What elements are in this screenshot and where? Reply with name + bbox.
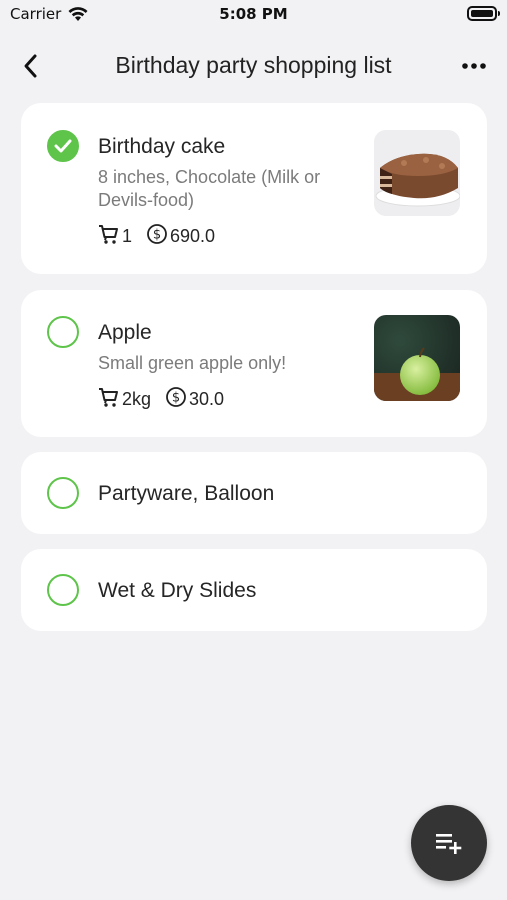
item-title: Wet & Dry Slides — [98, 579, 257, 602]
list-item-apple[interactable]: Apple Small green apple only! 2kg $ 30.0 — [21, 290, 487, 437]
item-price: 30.0 — [189, 389, 225, 409]
item-checkbox[interactable] — [47, 477, 79, 509]
item-price: 690.0 — [170, 226, 216, 246]
list-item-partyware[interactable]: Partyware, Balloon — [21, 452, 487, 534]
cart-icon — [98, 386, 120, 413]
item-checkbox[interactable] — [47, 316, 79, 348]
item-description: Small green apple only! — [98, 353, 287, 373]
item-checkbox[interactable] — [47, 574, 79, 606]
dollar-circle-icon: $ — [146, 223, 168, 250]
chocolate-cake-image — [374, 130, 460, 216]
dollar-circle-icon: $ — [165, 386, 187, 413]
more-button[interactable] — [459, 52, 489, 80]
add-item-fab[interactable] — [411, 805, 487, 881]
item-meta: 2kg $ 30.0 — [98, 386, 238, 413]
check-icon — [54, 139, 72, 153]
list-item-birthday-cake[interactable]: Birthday cake 8 inches, Chocolate (Milk … — [21, 103, 487, 274]
green-apple-image — [374, 315, 460, 401]
svg-text:$: $ — [153, 228, 161, 243]
item-meta: 1 $ 690.0 — [98, 223, 229, 250]
item-quantity: 1 — [122, 226, 133, 246]
item-quantity: 2kg — [122, 389, 152, 409]
page-title: Birthday party shopping list — [115, 52, 392, 78]
playlist-add-icon — [436, 834, 462, 854]
item-title: Apple — [98, 321, 152, 344]
more-horizontal-icon — [462, 63, 486, 69]
back-button[interactable] — [18, 52, 46, 80]
cart-icon — [98, 223, 120, 250]
chevron-left-icon — [24, 54, 37, 78]
svg-text:$: $ — [172, 391, 180, 406]
item-description: 8 inches, Chocolate (Milk or Devils-food… — [98, 167, 321, 210]
item-title: Birthday cake — [98, 135, 226, 158]
status-bar: Carrier 5:08 PM — [0, 0, 507, 28]
item-title: Partyware, Balloon — [98, 482, 275, 505]
nav-bar: Birthday party shopping list — [0, 40, 507, 92]
battery-icon — [467, 6, 500, 21]
list-item-slides[interactable]: Wet & Dry Slides — [21, 549, 487, 631]
item-checkbox-checked[interactable] — [47, 130, 79, 162]
status-time: 5:08 PM — [219, 5, 288, 23]
